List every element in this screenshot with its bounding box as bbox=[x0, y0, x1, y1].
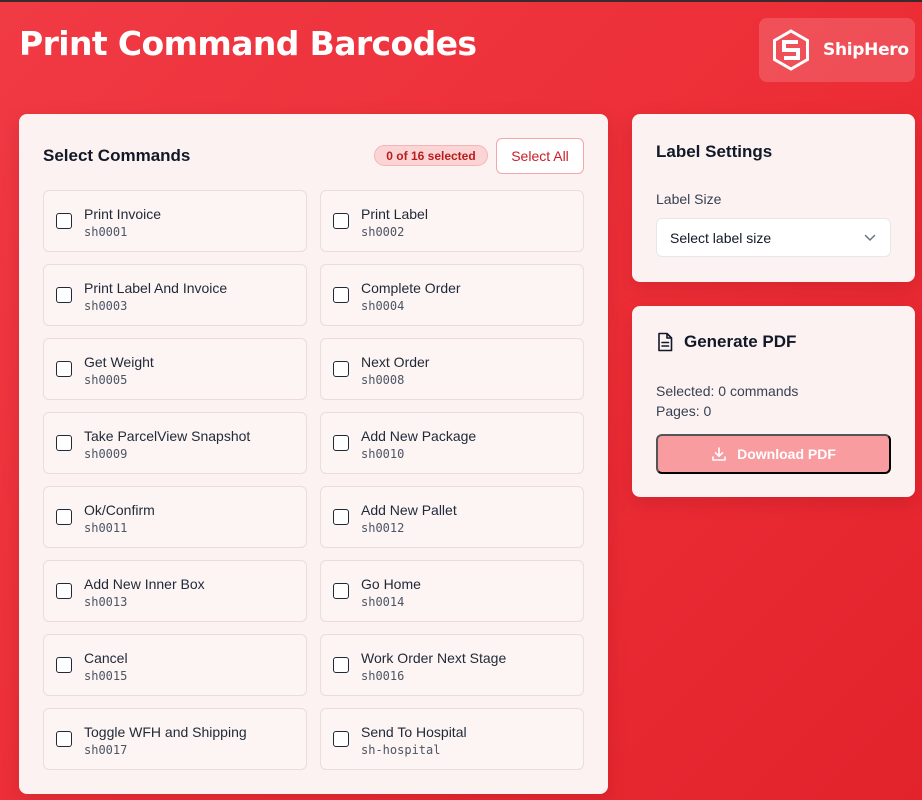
download-pdf-button[interactable]: Download PDF bbox=[656, 434, 891, 474]
command-item[interactable]: Send To Hospital sh-hospital bbox=[320, 708, 584, 770]
brand-badge: ShipHero bbox=[759, 18, 915, 82]
command-code: sh0005 bbox=[84, 373, 128, 387]
command-item[interactable]: Cancel sh0015 bbox=[43, 634, 307, 696]
command-checkbox[interactable] bbox=[333, 435, 349, 451]
command-checkbox[interactable] bbox=[56, 731, 72, 747]
command-item[interactable]: Add New Package sh0010 bbox=[320, 412, 584, 474]
command-item[interactable]: Add New Pallet sh0012 bbox=[320, 486, 584, 548]
command-item[interactable]: Next Order sh0008 bbox=[320, 338, 584, 400]
window-top-border bbox=[0, 0, 922, 2]
shiphero-logo-icon bbox=[773, 29, 809, 71]
command-name: Toggle WFH and Shipping bbox=[84, 724, 247, 740]
command-code: sh0002 bbox=[361, 225, 405, 239]
command-checkbox[interactable] bbox=[56, 287, 72, 303]
brand-name: ShipHero bbox=[823, 40, 909, 60]
command-checkbox[interactable] bbox=[333, 509, 349, 525]
command-item[interactable]: Go Home sh0014 bbox=[320, 560, 584, 622]
label-settings-card: Label Settings Label Size Select label s… bbox=[632, 114, 915, 282]
command-name: Add New Package bbox=[361, 428, 477, 444]
command-checkbox[interactable] bbox=[333, 731, 349, 747]
selected-commands-count: Selected: 0 commands bbox=[656, 383, 799, 399]
command-item[interactable]: Work Order Next Stage sh0016 bbox=[320, 634, 584, 696]
label-size-value: Select label size bbox=[670, 229, 772, 246]
command-code: sh0008 bbox=[361, 373, 405, 387]
command-code: sh0016 bbox=[361, 669, 405, 683]
command-name: Next Order bbox=[361, 354, 430, 370]
command-name: Work Order Next Stage bbox=[361, 650, 507, 666]
select-all-button[interactable]: Select All bbox=[496, 138, 584, 174]
command-code: sh0017 bbox=[84, 743, 128, 757]
chevron-down-icon bbox=[864, 234, 876, 241]
command-checkbox[interactable] bbox=[333, 213, 349, 229]
command-checkbox[interactable] bbox=[333, 361, 349, 377]
command-name: Take ParcelView Snapshot bbox=[84, 428, 251, 444]
commands-title: Select Commands bbox=[43, 146, 191, 165]
command-code: sh0011 bbox=[84, 521, 128, 535]
command-item[interactable]: Print Label sh0002 bbox=[320, 190, 584, 252]
label-settings-title: Label Settings bbox=[656, 142, 773, 161]
command-checkbox[interactable] bbox=[56, 583, 72, 599]
command-item[interactable]: Add New Inner Box sh0013 bbox=[43, 560, 307, 622]
command-code: sh0003 bbox=[84, 299, 128, 313]
command-name: Print Invoice bbox=[84, 206, 162, 222]
generate-pdf-title: Generate PDF bbox=[684, 332, 797, 351]
download-icon bbox=[712, 447, 726, 461]
command-name: Add New Inner Box bbox=[84, 576, 205, 592]
command-name: Cancel bbox=[84, 650, 128, 666]
command-name: Go Home bbox=[361, 576, 421, 592]
command-code: sh0010 bbox=[361, 447, 405, 461]
page-title: Print Command Barcodes bbox=[19, 24, 477, 63]
command-item[interactable]: Toggle WFH and Shipping sh0017 bbox=[43, 708, 307, 770]
command-checkbox[interactable] bbox=[56, 657, 72, 673]
command-code: sh0015 bbox=[84, 669, 128, 683]
generate-pdf-card: Generate PDF Selected: 0 commands Pages:… bbox=[632, 306, 915, 497]
command-item[interactable]: Print Invoice sh0001 bbox=[43, 190, 307, 252]
command-checkbox[interactable] bbox=[333, 583, 349, 599]
command-item[interactable]: Take ParcelView Snapshot sh0009 bbox=[43, 412, 307, 474]
command-code: sh0014 bbox=[361, 595, 405, 609]
command-item[interactable]: Ok/Confirm sh0011 bbox=[43, 486, 307, 548]
download-pdf-label: Download PDF bbox=[737, 446, 836, 462]
command-code: sh0013 bbox=[84, 595, 128, 609]
label-size-select[interactable]: Select label size bbox=[656, 218, 891, 257]
generate-pdf-header: Generate PDF bbox=[656, 332, 796, 352]
command-grid: Print Invoice sh0001 Print Label sh0002 … bbox=[43, 190, 584, 770]
command-item[interactable]: Print Label And Invoice sh0003 bbox=[43, 264, 307, 326]
command-code: sh-hospital bbox=[361, 743, 441, 757]
command-checkbox[interactable] bbox=[333, 657, 349, 673]
command-checkbox[interactable] bbox=[56, 435, 72, 451]
command-code: sh0009 bbox=[84, 447, 128, 461]
command-code: sh0012 bbox=[361, 521, 405, 535]
command-name: Complete Order bbox=[361, 280, 461, 296]
commands-card: Select Commands 0 of 16 selected Select … bbox=[19, 114, 608, 794]
selected-count-badge: 0 of 16 selected bbox=[374, 145, 488, 166]
command-name: Add New Pallet bbox=[361, 502, 457, 518]
command-item[interactable]: Get Weight sh0005 bbox=[43, 338, 307, 400]
command-name: Get Weight bbox=[84, 354, 154, 370]
command-name: Ok/Confirm bbox=[84, 502, 155, 518]
command-checkbox[interactable] bbox=[56, 361, 72, 377]
command-code: sh0001 bbox=[84, 225, 128, 239]
label-size-label: Label Size bbox=[656, 191, 722, 207]
command-name: Print Label bbox=[361, 206, 428, 222]
command-name: Send To Hospital bbox=[361, 724, 467, 740]
command-checkbox[interactable] bbox=[333, 287, 349, 303]
command-name: Print Label And Invoice bbox=[84, 280, 228, 296]
command-code: sh0004 bbox=[361, 299, 405, 313]
pages-count: Pages: 0 bbox=[656, 403, 712, 419]
document-icon bbox=[658, 332, 673, 352]
command-checkbox[interactable] bbox=[56, 213, 72, 229]
command-item[interactable]: Complete Order sh0004 bbox=[320, 264, 584, 326]
command-checkbox[interactable] bbox=[56, 509, 72, 525]
